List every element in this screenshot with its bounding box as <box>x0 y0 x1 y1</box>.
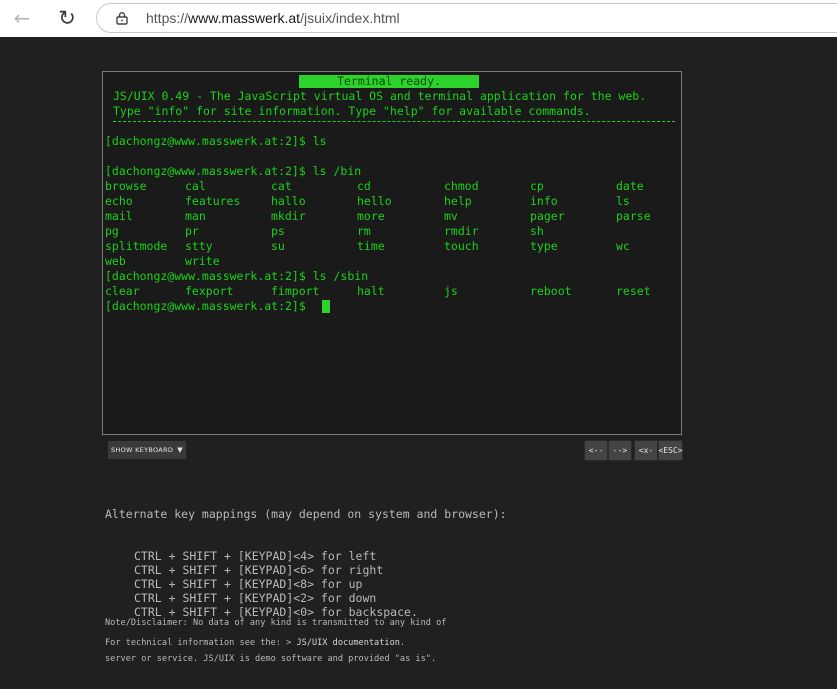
back-arrow-icon[interactable]: ← <box>8 5 36 31</box>
tech-info: For technical information see the: > JS/… <box>105 637 405 649</box>
command-name: type <box>530 239 558 253</box>
prompt: [dachongz@www.masswerk.at:2]$ <box>105 134 306 148</box>
command-name: pager <box>530 209 565 223</box>
command-name: ls <box>616 194 630 208</box>
command-name: write <box>185 254 220 268</box>
command-name: mail <box>105 209 133 223</box>
command-name: hello <box>357 194 392 208</box>
command-name: stty <box>185 239 213 253</box>
command-name: pr <box>185 224 199 238</box>
disclaimer-line: server or service. JS/UIX is demo softwa… <box>105 654 437 664</box>
command-name: cal <box>185 179 206 193</box>
command-name: rmdir <box>444 224 479 238</box>
url-host: www.masswerk.at <box>188 10 301 26</box>
command-name: fimport <box>271 284 320 298</box>
command: ls <box>312 134 327 148</box>
command-name: halt <box>357 284 385 298</box>
command-name: touch <box>444 239 479 253</box>
page-content: Terminal ready. JS/UIX 0.49 - The JavaSc… <box>0 37 837 686</box>
command-name: sh <box>530 224 544 238</box>
url-text: https://www.masswerk.at/jsuix/index.html <box>146 10 400 26</box>
prompt-line: [dachongz@www.masswerk.at:2]$ <box>105 299 313 314</box>
command-name: mkdir <box>271 209 306 223</box>
lock-icon <box>116 12 128 25</box>
command-name: time <box>357 239 385 253</box>
url-prefix: https:// <box>146 10 189 26</box>
address-bar[interactable]: https://www.masswerk.at/jsuix/index.html <box>96 3 837 33</box>
key-escape-button[interactable]: <ESC> <box>658 440 683 461</box>
key-mappings-title: Alternate key mappings (may depend on sy… <box>105 507 507 521</box>
command-name: man <box>185 209 206 223</box>
command-name: web <box>105 254 126 268</box>
prompt: [dachongz@www.masswerk.at:2]$ <box>105 269 306 283</box>
reload-icon[interactable]: ↻ <box>53 5 81 31</box>
command-name: cd <box>357 179 371 193</box>
prompt-line: [dachongz@www.masswerk.at:2]$ ls /sbin <box>105 269 368 284</box>
command-name: info <box>530 194 558 208</box>
command: ls /bin <box>312 164 362 178</box>
command-name: clear <box>105 284 140 298</box>
command-name: more <box>357 209 385 223</box>
url-path: /jsuix/index.html <box>300 10 400 26</box>
show-keyboard-button[interactable]: SHOW KEYBOARD ▼ <box>108 441 186 459</box>
key-left-button[interactable]: <-- <box>584 440 608 461</box>
command-name: fexport <box>185 284 234 298</box>
key-mapping-line: CTRL + SHIFT + [KEYPAD]<8> for up <box>134 577 363 591</box>
prompt: [dachongz@www.masswerk.at:2]$ <box>105 164 306 178</box>
banner-line: JS/UIX 0.49 - The JavaScript virtual OS … <box>113 89 647 103</box>
tech-info-suffix: . <box>399 638 406 648</box>
key-mapping-line: CTRL + SHIFT + [KEYPAD]<6> for right <box>134 563 384 577</box>
command-name: parse <box>616 209 651 223</box>
command-name: features <box>185 194 241 208</box>
documentation-link[interactable]: JS/UIX documentation <box>296 638 399 648</box>
key-mapping-line: CTRL + SHIFT + [KEYPAD]<4> for left <box>134 549 377 563</box>
terminal-window[interactable]: Terminal ready. JS/UIX 0.49 - The JavaSc… <box>102 71 682 435</box>
terminal-cursor <box>322 300 330 313</box>
key-right-button[interactable]: --> <box>608 440 632 461</box>
command-name: ps <box>271 224 285 238</box>
command-name: cat <box>271 179 292 193</box>
prompt-line: [dachongz@www.masswerk.at:2]$ ls /bin <box>105 164 361 179</box>
show-keyboard-label: SHOW KEYBOARD <box>111 446 174 454</box>
terminal-status: Terminal ready. <box>299 75 479 88</box>
browser-toolbar: ← ↻ https://www.masswerk.at/jsuix/index.… <box>0 0 837 37</box>
command-name: su <box>271 239 285 253</box>
command-name: reboot <box>530 284 572 298</box>
banner-divider <box>113 121 675 122</box>
command-name: rm <box>357 224 371 238</box>
command-name: mv <box>444 209 458 223</box>
command-name: hallo <box>271 194 306 208</box>
command-name: wc <box>616 239 630 253</box>
prompt: [dachongz@www.masswerk.at:2]$ <box>105 299 306 313</box>
command-name: echo <box>105 194 133 208</box>
disclaimer-line: Note/Disclaimer: No data of any kind is … <box>105 618 447 628</box>
command-name: date <box>616 179 644 193</box>
command-name: pg <box>105 224 119 238</box>
command-name: browse <box>105 179 147 193</box>
command-name: cp <box>530 179 544 193</box>
command-name: reset <box>616 284 651 298</box>
prompt-line: [dachongz@www.masswerk.at:2]$ ls <box>105 134 327 149</box>
tech-info-text: For technical information see the: > <box>105 638 297 648</box>
command-name: js <box>444 284 458 298</box>
command-name: splitmode <box>105 239 168 253</box>
chevron-down-icon: ▼ <box>177 446 183 454</box>
command: ls /sbin <box>312 269 369 283</box>
command-name: chmod <box>444 179 479 193</box>
command-name: help <box>444 194 472 208</box>
banner-line: Type "info" for site information. Type "… <box>113 104 591 118</box>
key-backspace-button[interactable]: <x- <box>634 440 658 461</box>
